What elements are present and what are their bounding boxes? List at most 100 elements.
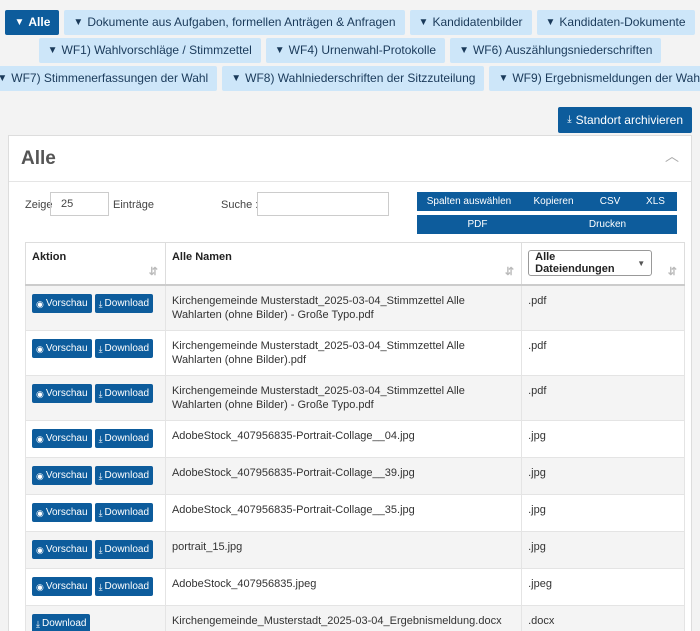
column-visibility-button[interactable]: Spalten auswählen (417, 192, 521, 211)
action-cell: ◉ Vorschau ⤓ Download (25, 330, 166, 376)
chevron-down-icon: ▼ (637, 258, 646, 268)
eye-icon: ◉ (36, 470, 44, 481)
download-icon: ⤓ (98, 581, 103, 592)
preview-button[interactable]: ◉ Vorschau (32, 540, 92, 559)
table-row: ◉ Vorschau ⤓ Download Kirchengemeinde Muster… (25, 284, 685, 331)
eye-icon: ◉ (36, 298, 44, 309)
filter-icon: ▼ (0, 73, 8, 84)
sort-icon: ⇵ (148, 266, 158, 278)
eye-icon: ◉ (36, 544, 44, 555)
eye-icon: ◉ (36, 388, 44, 399)
download-icon: ⤓ (98, 388, 103, 399)
download-icon: ⤓ (98, 544, 103, 555)
filter-dokumente-button[interactable]: ▼ Dokumente aus Aufgaben, formellen Anträ… (64, 10, 405, 35)
table-row: ◉ Vorschau ⤓ Download Kirchengemeinde Muster… (25, 375, 685, 421)
download-button[interactable]: ⤓ Download (94, 429, 154, 448)
panel-divider (9, 181, 691, 182)
download-button[interactable]: ⤓ Download (94, 466, 154, 485)
archive-location-button[interactable]: ⤓ Standort archivieren (558, 107, 692, 133)
preview-button[interactable]: ◉ Vorschau (32, 429, 92, 448)
file-extension-cell: .pdf (521, 284, 685, 331)
col-header-extension: Alle Dateiendungen ▼ ⇵ (521, 242, 685, 286)
eye-icon: ◉ (36, 433, 44, 444)
filter-row-3: ▼ WF7) Stimmenerfassungen der Wahl ▼ WF8) … (0, 66, 700, 91)
file-extension-cell: .jpg (521, 457, 685, 495)
table-row: ◉ Vorschau ⤓ Download AdobeStock_407956835-P… (25, 494, 685, 532)
files-panel: Alle ︿ Zeige 25 Einträge Suche : Spalten… (8, 135, 692, 631)
filter-kandidaten-dokumente-button[interactable]: ▼ Kandidaten-Dokumente (536, 10, 695, 35)
table-row: ⤓ Download Kirchengemeinde_Musterstadt_202… (25, 605, 685, 631)
copy-button[interactable]: Kopieren (521, 192, 586, 211)
filter-icon: ▼ (418, 17, 429, 28)
download-icon: ⤓ (98, 507, 103, 518)
search-input[interactable] (257, 192, 389, 216)
preview-button[interactable]: ◉ Vorschau (32, 294, 92, 313)
file-name-cell: Kirchengemeinde_Musterstadt_2025-03-04_E… (164, 605, 523, 631)
filter-wf1-button[interactable]: ▼ WF1) Wahlvorschläge / Stimmzettel (38, 38, 261, 63)
download-button[interactable]: ⤓ Download (94, 540, 154, 559)
filter-row-1: ▼ Alle ▼ Dokumente aus Aufgaben, formellen… (0, 10, 700, 35)
action-cell: ◉ Vorschau ⤓ Download (25, 568, 166, 606)
download-icon: ⤓ (98, 470, 103, 481)
download-button[interactable]: ⤓ Download (94, 577, 154, 596)
filter-wf9-button[interactable]: ▼ WF9) Ergebnismeldungen der Wahl (489, 66, 700, 91)
filter-icon: ▼ (545, 17, 556, 28)
download-button[interactable]: ⤓ Download (32, 614, 91, 631)
eye-icon: ◉ (36, 343, 44, 354)
filter-wf7-button[interactable]: ▼ WF7) Stimmenerfassungen der Wahl (0, 66, 218, 91)
print-button[interactable]: Drucken (538, 215, 677, 234)
xls-button[interactable]: XLS (634, 192, 677, 211)
download-button[interactable]: ⤓ Download (94, 294, 154, 313)
col-header-action[interactable]: Aktion ⇵ (25, 242, 166, 286)
file-name-cell: Kirchengemeinde Musterstadt_2025-03-04_S… (164, 330, 523, 376)
table-row: ◉ Vorschau ⤓ Download AdobeStock_407956835.j… (25, 568, 685, 606)
file-extension-cell: .jpg (521, 420, 685, 458)
action-cell: ⤓ Download (25, 605, 166, 631)
search-label: Suche : (221, 199, 259, 211)
action-cell: ◉ Vorschau ⤓ Download (25, 457, 166, 495)
filter-wf4-button[interactable]: ▼ WF4) Urnenwahl-Protokolle (265, 38, 446, 63)
download-button[interactable]: ⤓ Download (94, 339, 154, 358)
extension-filter-select[interactable]: Alle Dateiendungen ▼ (528, 250, 653, 276)
action-cell: ◉ Vorschau ⤓ Download (25, 531, 166, 569)
file-name-cell: Kirchengemeinde Musterstadt_2025-03-04_S… (164, 284, 523, 331)
filter-alle-button[interactable]: ▼ Alle (5, 10, 60, 35)
filter-icon: ▼ (459, 45, 469, 56)
preview-button[interactable]: ◉ Vorschau (32, 339, 92, 358)
download-icon: ⤓ (567, 114, 572, 125)
filter-kandidatenbilder-button[interactable]: ▼ Kandidatenbilder (409, 10, 532, 35)
page-length-select[interactable]: 25 (50, 192, 109, 216)
filter-wf8-button[interactable]: ▼ WF8) Wahlniederschriften der Sitzzuteil… (222, 66, 485, 91)
action-cell: ◉ Vorschau ⤓ Download (25, 375, 166, 421)
filter-row-2: ▼ WF1) Wahlvorschläge / Stimmzettel ▼ WF4)… (0, 38, 700, 63)
csv-button[interactable]: CSV (586, 192, 634, 211)
length-suffix: Einträge (113, 199, 154, 211)
sort-icon[interactable]: ⇵ (668, 265, 677, 278)
action-cell: ◉ Vorschau ⤓ Download (25, 494, 166, 532)
col-header-name[interactable]: Alle Namen ⇵ (164, 242, 523, 286)
file-extension-cell: .jpeg (521, 568, 685, 606)
filter-wf6-button[interactable]: ▼ WF6) Auszählungsniederschriften (450, 38, 662, 63)
preview-button[interactable]: ◉ Vorschau (32, 466, 92, 485)
table-body: ◉ Vorschau ⤓ Download Kirchengemeinde Muster… (25, 284, 685, 631)
action-cell: ◉ Vorschau ⤓ Download (25, 420, 166, 458)
action-cell: ◉ Vorschau ⤓ Download (25, 284, 166, 331)
download-button[interactable]: ⤓ Download (94, 503, 154, 522)
filter-icon: ▼ (274, 45, 285, 56)
eye-icon: ◉ (36, 581, 44, 592)
preview-button[interactable]: ◉ Vorschau (32, 503, 92, 522)
download-button[interactable]: ⤓ Download (94, 384, 154, 403)
eye-icon: ◉ (36, 507, 44, 518)
pdf-button[interactable]: PDF (417, 215, 538, 234)
files-table: Aktion ⇵ Alle Namen ⇵ Alle Dateiendungen… (25, 242, 685, 631)
length-label: Zeige (25, 199, 53, 211)
table-row: ◉ Vorschau ⤓ Download AdobeStock_407956835-P… (25, 457, 685, 495)
preview-button[interactable]: ◉ Vorschau (32, 384, 92, 403)
file-extension-cell: .pdf (521, 375, 685, 421)
filter-icon: ▼ (47, 45, 58, 56)
preview-button[interactable]: ◉ Vorschau (32, 577, 92, 596)
table-row: ◉ Vorschau ⤓ Download portrait_15.jpg .jpg (25, 531, 685, 569)
file-extension-cell: .jpg (521, 531, 685, 569)
filter-icon: ▼ (14, 17, 25, 28)
chevron-up-icon[interactable]: ︿ (665, 146, 679, 166)
